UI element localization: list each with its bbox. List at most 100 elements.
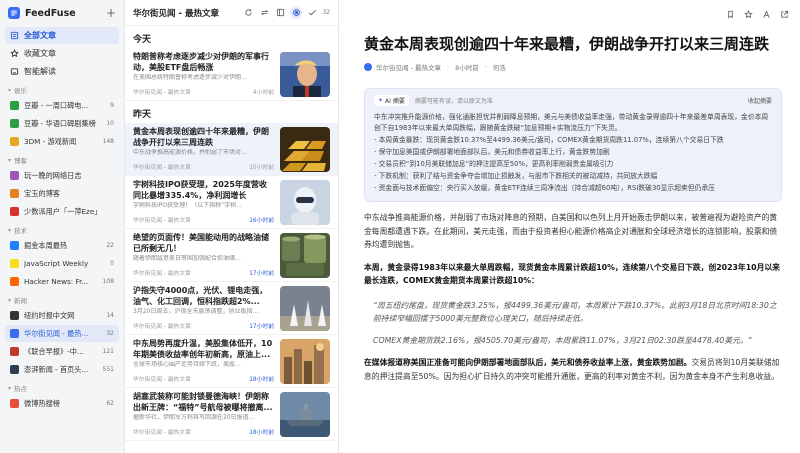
- sidebar-feed-item[interactable]: 3DM - 游戏新闻 148: [5, 133, 119, 150]
- article-count: 32: [322, 9, 330, 16]
- sidebar-feed-item[interactable]: 少数派用户「一萍Eze」: [5, 203, 119, 220]
- article-quote: COMEX黄金期货跌2.16%，报4505.70美元/盎司，本周累跌11.07%…: [373, 335, 752, 345]
- article-card[interactable]: 宇树科技IPO获受理，2025年度营收同比暴增335.4%，净利润增长204%！…: [125, 176, 338, 229]
- feed-group-header[interactable]: ▾ 热点: [0, 382, 124, 394]
- sidebar-feed-item[interactable]: 宝玉的博客: [5, 185, 119, 202]
- chevron-down-icon: ▾: [8, 86, 12, 94]
- article-paragraph: 本周，黄金录得1983年以来最大单周跌幅，现货黄金本周累计跌超10%，连续第八个…: [364, 262, 780, 286]
- sparkle-icon: ✦: [378, 96, 384, 104]
- ai-summary-bullet: - 保守加息美国或伊朗部署地面部队后，美元和债券收益率上行，黄金跌势加剧: [374, 148, 610, 156]
- feed-name: 《联合早报》-中...: [24, 346, 84, 356]
- feed-unread-count: 0: [110, 260, 114, 267]
- nav-item-0[interactable]: 全部文章: [5, 27, 119, 44]
- article-card[interactable]: 绝望的页面传！美国能动用的战略油储已所剩无几！ 随着伊朗敌意美日等国加强配合抑油储…: [125, 229, 338, 282]
- feed-group-header[interactable]: ▾ 技术: [0, 224, 124, 236]
- chevron-down-icon: ▾: [8, 296, 12, 304]
- feed-favicon-icon: [10, 277, 19, 286]
- feed-favicon-icon: [10, 347, 19, 356]
- sync-icon[interactable]: [258, 7, 270, 19]
- article-source[interactable]: 华尔街见闻 - 最热文章: [376, 62, 441, 72]
- section-today: 今天: [133, 35, 152, 45]
- nav-item-1[interactable]: 收藏文章: [5, 45, 119, 62]
- feed-favicon-icon: [10, 241, 19, 250]
- sidebar: FeedFuse + 全部文章 收藏文章 智能解读 ▾ 娱乐 豆瓣 - 一周口碑电...…: [0, 0, 125, 453]
- article-card[interactable]: 黄金本周表现创逾四十年来最糟，伊朗战争开打以来三周连跌 中东战争推高能源价格，并削…: [125, 123, 338, 176]
- sidebar-feed-item[interactable]: 华尔街见闻 - 最热... 32: [5, 325, 119, 342]
- article-card[interactable]: 中东局势再度升温，美股集体低开，10年期美债收益率创年初新高，原油上... 全球市…: [125, 335, 338, 388]
- feed-favicon-icon: [10, 207, 19, 216]
- feed-unread-count: 14: [106, 312, 114, 319]
- article-card-source: 华尔街见闻 - 最热文章: [133, 271, 191, 277]
- feed-unread-count: 121: [102, 348, 114, 355]
- source-icon: [364, 63, 372, 71]
- article-card-time: 17小时前: [249, 324, 274, 330]
- feed-group-header[interactable]: ▾ 娱乐: [0, 84, 124, 96]
- article-body: 中东战争推高能源价格，并削弱了市场对降息的预期，自美国和以色列上月开始轰击伊朗以…: [364, 211, 782, 383]
- nav-item-2[interactable]: 智能解读: [5, 63, 119, 80]
- feed-group-header[interactable]: ▾ 博客: [0, 154, 124, 166]
- feed-favicon-icon: [10, 189, 19, 198]
- sidebar-feed-item[interactable]: 微博热搜榜 62: [5, 395, 119, 412]
- feed-group-header[interactable]: ▾ 新闻: [0, 294, 124, 306]
- article-author: 何浩: [492, 64, 506, 72]
- article-thumbnail: [280, 286, 330, 331]
- feed-favicon-icon: [10, 311, 19, 320]
- feed-name: 玩一晚的网络日志: [24, 170, 82, 180]
- feed-name: JavaScript Weekly: [24, 259, 89, 268]
- article-card-summary: 在美国总统特朗普称考虑逐步减少对伊朗...: [133, 74, 247, 81]
- article-card-time: 16小时前: [249, 218, 274, 224]
- article-card[interactable]: 胡塞武装称可能封锁曼德海峡！伊朗称出新王牌：“福特”号航母被曝将撤离... 据新华…: [125, 388, 338, 441]
- article-card-time: 18小时前: [249, 430, 274, 436]
- sidebar-feed-item[interactable]: 《联合早报》-中... 121: [5, 343, 119, 360]
- article-card-summary: 随着伊朗敌意美日等国加强配合抑油储...: [133, 255, 241, 262]
- bookmark-icon[interactable]: [724, 8, 736, 20]
- ai-summary-bullet: - 交易员积“到10月美联储加息”的押注提高至50%，更高利率削弱贵金属吸引力: [374, 160, 614, 168]
- feed-name: 微博热搜榜: [24, 398, 60, 408]
- article-card[interactable]: 沪指失守4000点，光伏、锂电走强，油气、化工回调，恒科指跌超2%... 3月20…: [125, 282, 338, 335]
- article-card-title: 宇树科技IPO获受理，2025年度营收同比暴增335.4%，净利润增长204%！: [133, 180, 267, 200]
- open-external-icon[interactable]: [778, 8, 790, 20]
- sidebar-feed-item[interactable]: 豆瓣 - 一周口碑电... 9: [5, 97, 119, 114]
- article-card[interactable]: 特朗普称考虑逐步减少对伊朗的军事行动，美股ETF盘后畅涨 在美国总统特朗普称考虑逐…: [125, 48, 338, 101]
- feed-name: 豆瓣 - 华语口碑剧集榜: [24, 118, 96, 128]
- article-meta: 华尔街见闻 - 最热文章 · 8小时前 · 何浩: [364, 62, 782, 72]
- article-card-title: 绝望的页面传！美国能动用的战略油储已所剩无几！: [133, 233, 269, 253]
- layout-icon[interactable]: [274, 7, 286, 19]
- article-card-summary: 3月20日周五，沪指全天震荡调整，创业板指...: [133, 308, 259, 315]
- feed-name: Hacker News: Fr...: [24, 277, 89, 286]
- sidebar-feed-item[interactable]: JavaScript Weekly 0: [5, 255, 119, 272]
- mark-all-read-icon[interactable]: [306, 7, 318, 19]
- article-quote: “周五纽约尾盘，现货黄金跌3.25%，报4499.36美元/盎司，本周累计下跌1…: [373, 300, 777, 324]
- primary-nav: 全部文章 收藏文章 智能解读: [0, 27, 124, 80]
- sidebar-feed-item[interactable]: 掘金本周最热 22: [5, 237, 119, 254]
- ai-summary-bullets: - 本周黄金暴跌：现货黄金跌10.37%至4499.36美元/盎司，COMEX黄…: [374, 134, 772, 194]
- sidebar-feed-item[interactable]: 豆瓣 - 华语口碑剧集榜 10: [5, 115, 119, 132]
- refresh-icon[interactable]: [242, 7, 254, 19]
- article-card-summary: 宇树科技IPO获受理！（以下指称“宇树...: [133, 202, 242, 209]
- sidebar-feed-item[interactable]: 纽约时报中文网 14: [5, 307, 119, 324]
- add-feed-button[interactable]: +: [106, 7, 116, 19]
- article-thumbnail: [280, 127, 330, 172]
- font-settings-icon[interactable]: [760, 8, 772, 20]
- unread-filter-icon[interactable]: [290, 6, 303, 19]
- feed-favicon-icon: [10, 137, 19, 146]
- feed-name: 少数派用户「一萍Eze」: [24, 206, 102, 216]
- feed-favicon-icon: [10, 365, 19, 374]
- collapse-summary-button[interactable]: 收起摘要: [748, 96, 772, 105]
- feed-unread-count: 551: [102, 366, 114, 373]
- star-icon: [10, 49, 19, 58]
- article-card-source: 华尔街见闻 - 最热文章: [133, 165, 191, 171]
- articles-icon: [10, 31, 19, 40]
- sidebar-feed-item[interactable]: 澎湃新闻 - 首页头... 551: [5, 361, 119, 378]
- star-icon[interactable]: [742, 8, 754, 20]
- feed-name: 掘金本周最热: [24, 240, 68, 250]
- sidebar-feed-item[interactable]: 玩一晚的网络日志: [5, 167, 119, 184]
- feed-favicon-icon: [10, 329, 19, 338]
- feed-name: 3DM - 游戏新闻: [24, 136, 77, 146]
- feed-name: 华尔街见闻 - 最热...: [24, 328, 89, 338]
- sidebar-feed-item[interactable]: Hacker News: Fr... 108: [5, 273, 119, 290]
- feed-name: 澎湃新闻 - 首页头...: [24, 364, 89, 374]
- article-card-time: 18小时前: [249, 377, 274, 383]
- feed-favicon-icon: [10, 171, 19, 180]
- ai-summary-bullet: - 资金面与技术面偏空：央行买入放缓，黄金ETF连续三周净流出（持合减超60吨）…: [374, 184, 715, 192]
